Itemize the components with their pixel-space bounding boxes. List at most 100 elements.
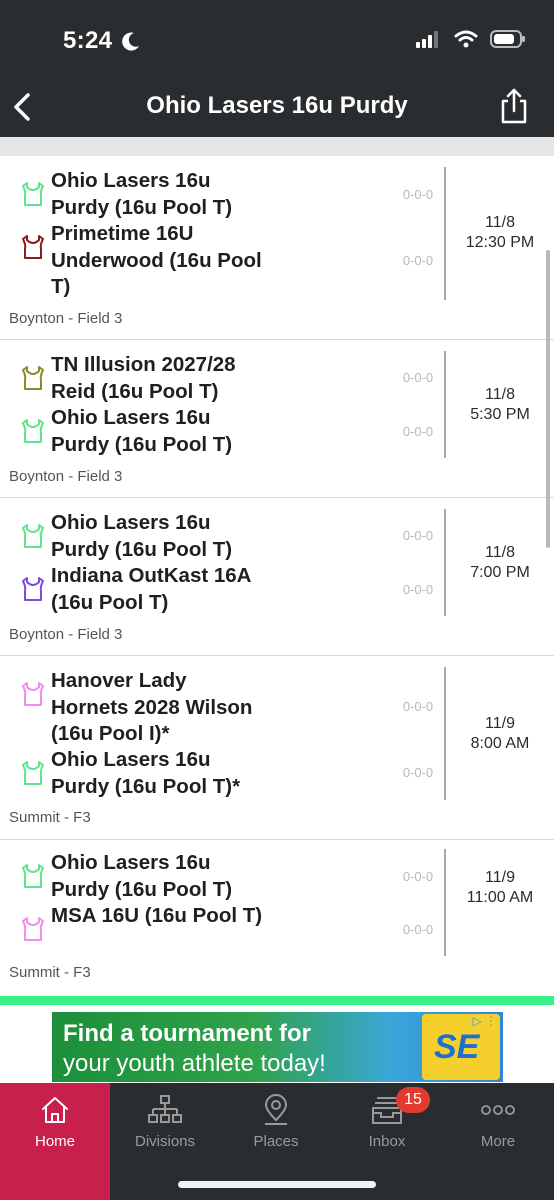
ad-choices-icon[interactable]: ▷ ⋮ [472, 1014, 497, 1028]
jersey-icon [22, 761, 44, 785]
game-datetime: 11/9 8:00 AM [448, 714, 552, 754]
team-name: Ohio Lasers 16u Purdy (16u Pool T)* [51, 748, 241, 798]
team-name: Ohio Lasers 16u Purdy (16u Pool T) [51, 406, 233, 456]
team-name: Primetime 16U Underwood (16u Pool T) [51, 222, 262, 298]
game-date: 11/8 [485, 214, 515, 231]
jersey-icon [22, 917, 44, 941]
away-team: Ohio Lasers 16u Purdy (16u Pool T) [20, 405, 266, 458]
divider [444, 849, 446, 956]
tab-label: Divisions [134, 1133, 195, 1150]
page-title: Ohio Lasers 16u Purdy [146, 92, 408, 119]
team-record: 0-0-0 [402, 253, 434, 268]
away-team: Indiana OutKast 16A (16u Pool T) [20, 563, 266, 616]
team-record: 0-0-0 [402, 528, 434, 543]
game-time: 7:00 PM [470, 564, 530, 581]
away-team: Ohio Lasers 16u Purdy (16u Pool T)* [20, 747, 266, 800]
jersey-icon [22, 682, 44, 706]
jersey-icon [22, 182, 44, 206]
game-row[interactable]: Ohio Lasers 16u Purdy (16u Pool T) 0-0-0… [0, 840, 554, 996]
game-datetime: 11/8 7:00 PM [448, 543, 552, 583]
tab-label: Places [253, 1133, 299, 1150]
game-venue: Boynton - Field 3 [9, 626, 123, 643]
jersey-icon [22, 419, 44, 443]
game-date: 11/8 [485, 386, 515, 403]
team-name: Ohio Lasers 16u Purdy (16u Pool T) [51, 169, 233, 219]
top-bar: 5:24 Ohio Lasers 16u Purdy [0, 0, 554, 137]
divider [444, 509, 446, 616]
game-row[interactable]: Ohio Lasers 16u Purdy (16u Pool T) 0-0-0… [0, 498, 554, 656]
battery-icon [490, 30, 525, 48]
game-date: 11/9 [485, 869, 515, 886]
home-team: Ohio Lasers 16u Purdy (16u Pool T) [20, 510, 266, 563]
list-header-strip [0, 137, 554, 156]
game-date: 11/8 [485, 544, 515, 561]
home-indicator[interactable] [178, 1181, 376, 1188]
game-venue: Boynton - Field 3 [9, 310, 123, 327]
jersey-icon [22, 577, 44, 601]
away-team: MSA 16U (16u Pool T) [20, 903, 266, 942]
game-row[interactable]: Ohio Lasers 16u Purdy (16u Pool T) 0-0-0… [0, 156, 554, 340]
game-datetime: 11/8 5:30 PM [448, 385, 552, 425]
home-team: Ohio Lasers 16u Purdy (16u Pool T) [20, 168, 266, 221]
ad-headline: Find a tournament for [63, 1020, 311, 1047]
game-venue: Summit - F3 [9, 809, 91, 826]
divider [444, 351, 446, 458]
home-team: Hanover Lady Hornets 2028 Wilson (16u Po… [20, 668, 266, 748]
game-time: 5:30 PM [470, 406, 530, 423]
team-name: TN Illusion 2027/28 Reid (16u Pool T) [51, 353, 236, 403]
game-datetime: 11/9 11:00 AM [448, 868, 552, 908]
game-time: 8:00 AM [470, 735, 530, 752]
map-pin-icon [264, 1094, 288, 1125]
away-team: Primetime 16U Underwood (16u Pool T) [20, 221, 266, 301]
tab-label: Home [34, 1133, 75, 1150]
status-time: 5:24 [63, 27, 113, 54]
team-record: 0-0-0 [402, 582, 434, 597]
team-record: 0-0-0 [402, 922, 434, 937]
ad-divider [0, 996, 554, 1005]
team-name: MSA 16U (16u Pool T) [51, 904, 263, 927]
game-time: 11:00 AM [466, 889, 534, 906]
game-date: 11/9 [485, 715, 515, 732]
game-time: 12:30 PM [465, 234, 535, 251]
team-name: Indiana OutKast 16A (16u Pool T) [51, 564, 251, 614]
inbox-badge: 15 [396, 1087, 430, 1113]
game-row[interactable]: TN Illusion 2027/28 Reid (16u Pool T) 0-… [0, 340, 554, 498]
divider [444, 667, 446, 800]
games-list: Ohio Lasers 16u Purdy (16u Pool T) 0-0-0… [0, 156, 554, 996]
hierarchy-icon [148, 1095, 182, 1123]
game-row[interactable]: Hanover Lady Hornets 2028 Wilson (16u Po… [0, 656, 554, 840]
home-team: TN Illusion 2027/28 Reid (16u Pool T) [20, 352, 266, 405]
team-record: 0-0-0 [402, 869, 434, 884]
more-icon [481, 1105, 515, 1115]
team-name: Hanover Lady Hornets 2028 Wilson (16u Po… [51, 669, 253, 745]
signal-icon [416, 31, 438, 48]
jersey-icon [22, 864, 44, 888]
status-indicators [416, 30, 526, 48]
tab-label: Inbox [368, 1133, 406, 1150]
scrollbar[interactable] [546, 250, 550, 548]
home-team: Ohio Lasers 16u Purdy (16u Pool T) [20, 850, 266, 903]
tab-label: More [480, 1133, 516, 1150]
moon-icon [122, 32, 139, 51]
game-datetime: 11/8 12:30 PM [448, 213, 552, 253]
team-record: 0-0-0 [402, 370, 434, 385]
share-icon [501, 88, 527, 124]
team-name: Ohio Lasers 16u Purdy (16u Pool T) [51, 511, 233, 561]
ad-banner[interactable]: Find a tournament for your youth athlete… [52, 1012, 503, 1082]
team-record: 0-0-0 [402, 765, 434, 780]
ad-subline: your youth athlete today! [63, 1050, 326, 1077]
jersey-icon [22, 524, 44, 548]
wifi-icon [454, 30, 478, 48]
tab-home[interactable]: Home [0, 1083, 110, 1200]
game-venue: Boynton - Field 3 [9, 468, 123, 485]
jersey-icon [22, 366, 44, 390]
team-name: Ohio Lasers 16u Purdy (16u Pool T) [51, 851, 233, 901]
team-record: 0-0-0 [402, 187, 434, 202]
team-record: 0-0-0 [402, 424, 434, 439]
home-icon [42, 1097, 68, 1123]
share-button[interactable] [496, 86, 532, 126]
tab-more[interactable]: More [443, 1083, 553, 1200]
game-venue: Summit - F3 [9, 964, 91, 981]
team-record: 0-0-0 [402, 699, 434, 714]
ad-logo-text: SE [434, 1028, 480, 1066]
